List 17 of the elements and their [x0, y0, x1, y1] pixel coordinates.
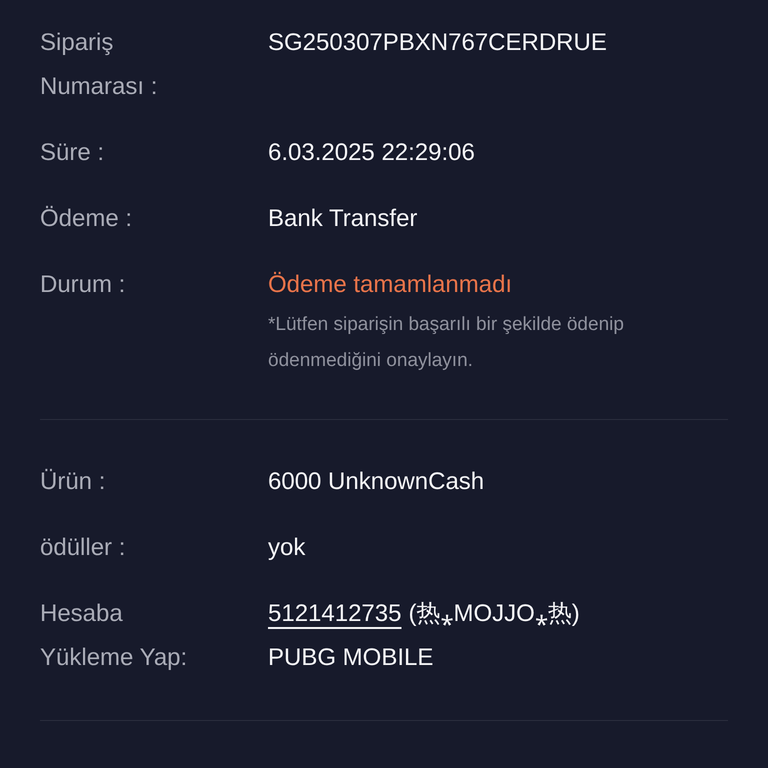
field-label: Süre :: [40, 138, 106, 168]
field-label: ödüller :: [40, 533, 126, 563]
game-name: PUBG MOBILE: [268, 643, 434, 673]
field-value: yok: [268, 533, 306, 563]
field-value: SG250307PBXN767CERDRUE: [268, 28, 607, 58]
field-label: Hesaba Yükleme Yap:: [40, 599, 188, 673]
status-note: *Lütfen siparişin başarılı bir şekilde ödenip ödenmediğini onaylayın.: [268, 313, 625, 373]
field-value: Bank Transfer: [268, 204, 418, 234]
field-value: 6.03.2025 22:29:06: [268, 138, 475, 168]
field-label: Ödeme :: [40, 204, 134, 234]
field-label: Durum :: [40, 270, 126, 300]
player-name: (热⁎MOJJO⁎热): [408, 599, 580, 629]
field-label: Ürün :: [40, 467, 106, 497]
field-value: 6000 UnknownCash: [268, 467, 484, 497]
payment-status: Ödeme tamamlanmadı: [268, 270, 514, 300]
account-id-link[interactable]: 5121412735: [268, 592, 402, 636]
field-label: Sipariş Numarası :: [40, 28, 158, 102]
